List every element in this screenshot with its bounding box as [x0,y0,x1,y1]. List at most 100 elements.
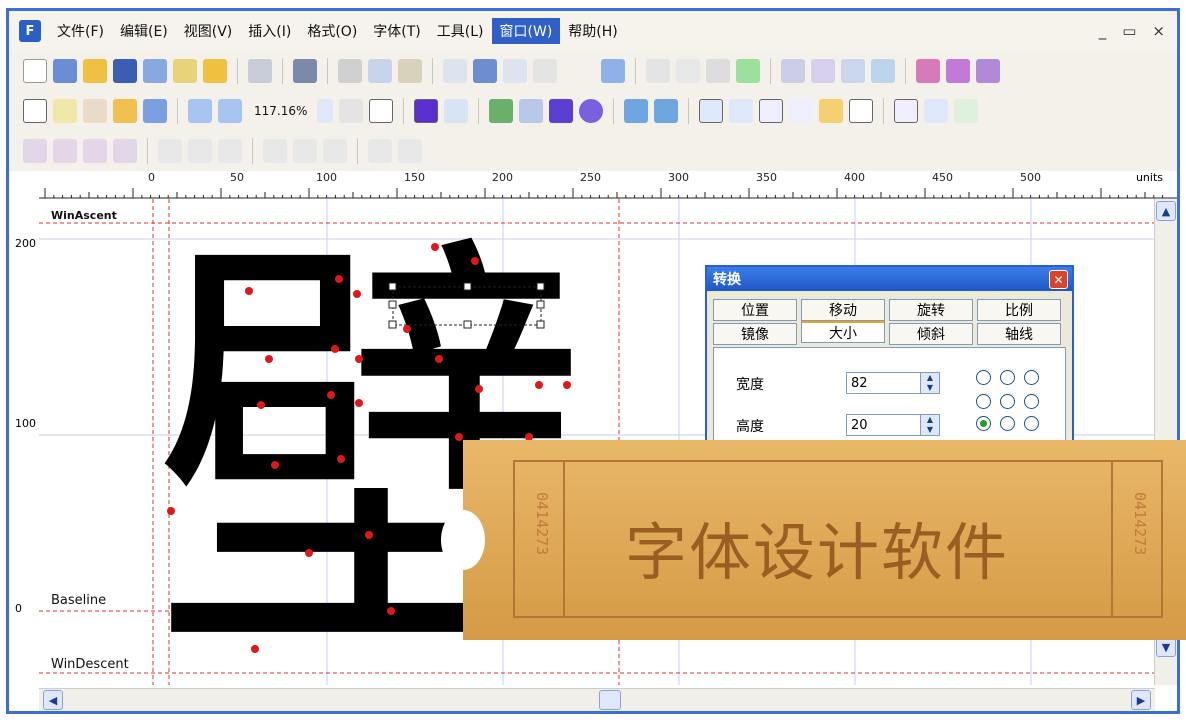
anchor-radio[interactable] [1000,416,1015,431]
height-spinner[interactable]: ▲ ▼ [920,414,940,436]
anchor-radio[interactable] [1024,394,1039,409]
anchor-radio[interactable] [1000,370,1015,385]
layer-back-icon[interactable] [946,59,970,83]
lasso-icon[interactable] [53,99,77,123]
ellipse-icon[interactable] [579,99,604,123]
rectangle-icon[interactable] [549,99,574,123]
send-back-icon[interactable] [53,139,77,163]
menu-format[interactable]: 格式(O) [299,18,365,44]
anchor-radio[interactable] [1000,394,1015,409]
minimize-button[interactable]: _ [1099,22,1107,40]
open-folder-icon[interactable] [83,59,107,83]
tab-skew[interactable]: 倾斜 [889,323,973,345]
bounds-icon[interactable] [759,99,784,123]
distribute-v-icon[interactable] [398,139,422,163]
hand-icon[interactable] [83,99,107,123]
pen-edit-icon[interactable] [646,59,670,83]
close-icon[interactable]: ✕ [1049,270,1068,289]
close-button[interactable]: × [1152,22,1165,40]
validate-icon[interactable] [736,59,760,83]
anchor-radio[interactable] [1024,416,1039,431]
tab-scale[interactable]: 比例 [977,299,1061,321]
backward-icon[interactable] [113,139,137,163]
menu-file[interactable]: 文件(F) [49,18,112,44]
zoom-dropdown-icon[interactable] [317,99,334,123]
tab-move[interactable]: 移动 [801,299,885,321]
kern-icon[interactable] [781,59,805,83]
scroll-down-icon[interactable]: ▼ [1156,637,1176,657]
print-icon[interactable] [248,59,272,83]
network-icon[interactable] [924,99,949,123]
glyph-window-icon[interactable] [601,59,625,83]
restore-button[interactable]: ▭ [1122,22,1136,40]
distribute-h-icon[interactable] [368,139,392,163]
new-file-icon[interactable] [23,59,47,83]
properties-icon[interactable] [533,59,557,83]
cut-icon[interactable] [338,59,362,83]
guides-icon[interactable] [729,99,754,123]
rectangle-select-icon[interactable] [23,99,47,123]
scroll-left-icon[interactable]: ◀ [43,690,63,710]
hdm-icon[interactable] [954,99,979,123]
anchor-radio[interactable] [976,370,991,385]
bring-front-icon[interactable] [23,139,47,163]
width-spinner[interactable]: ▲ ▼ [920,372,940,394]
contour-icon[interactable] [414,99,439,123]
points-icon[interactable] [819,99,844,123]
menu-edit[interactable]: 编辑(E) [112,18,176,44]
export-icon[interactable] [173,59,197,83]
forward-icon[interactable] [83,139,107,163]
percent-icon[interactable] [894,99,919,123]
scroll-thumb[interactable] [599,690,621,710]
align-middle-icon[interactable] [293,139,317,163]
find-icon[interactable] [293,59,317,83]
hint-icon[interactable] [841,59,865,83]
grid-icon[interactable] [699,99,724,123]
align-top-icon[interactable] [263,139,287,163]
anchor-radio[interactable] [1024,370,1039,385]
fit-glyph-icon[interactable] [369,99,394,123]
import-icon[interactable] [143,59,167,83]
align-right-icon[interactable] [218,139,242,163]
undo-icon[interactable] [443,59,467,83]
tab-axis[interactable]: 轴线 [977,323,1061,345]
align-center-icon[interactable] [188,139,212,163]
menu-tools[interactable]: 工具(L) [429,18,492,44]
bucket-icon[interactable] [706,59,730,83]
save-icon[interactable] [113,59,137,83]
copy-icon[interactable] [368,59,392,83]
menu-view[interactable]: 视图(V) [176,18,241,44]
tab-position[interactable]: 位置 [713,299,797,321]
scroll-up-icon[interactable]: ▲ [1156,201,1176,221]
menu-font[interactable]: 字体(T) [365,18,428,44]
layer-merge-icon[interactable] [976,59,1000,83]
zoom-out-icon[interactable] [218,99,242,123]
image-icon[interactable] [489,99,514,123]
paste-icon[interactable] [398,59,422,83]
nodes-icon[interactable] [789,99,814,123]
metrics-icon[interactable] [811,59,835,83]
anchor-radio[interactable] [976,394,991,409]
tab-mirror[interactable]: 镜像 [713,323,797,345]
menu-window[interactable]: 窗口(W) [491,18,561,44]
tab-size[interactable]: 大小 [801,321,885,343]
tab-rotate[interactable]: 旋转 [889,299,973,321]
knife-icon[interactable] [143,99,167,123]
zoom-in-icon[interactable] [188,99,212,123]
new-glyph-icon[interactable] [53,59,77,83]
redo-icon[interactable] [473,59,497,83]
flip-horizontal-icon[interactable] [624,99,649,123]
link-icon[interactable] [676,59,700,83]
node-tool-icon[interactable] [444,99,469,123]
scroll-right-icon[interactable]: ▶ [1131,690,1151,710]
align-bottom-icon[interactable] [323,139,347,163]
pencil-icon[interactable] [519,99,544,123]
more-icon[interactable] [563,59,595,83]
align-left-icon[interactable] [158,139,182,163]
fit-page-icon[interactable] [339,99,364,123]
folder-icon[interactable] [203,59,227,83]
menu-insert[interactable]: 插入(I) [240,18,299,44]
measure-icon[interactable] [113,99,137,123]
menu-help[interactable]: 帮助(H) [560,18,625,44]
anchor-radio[interactable] [976,416,991,431]
